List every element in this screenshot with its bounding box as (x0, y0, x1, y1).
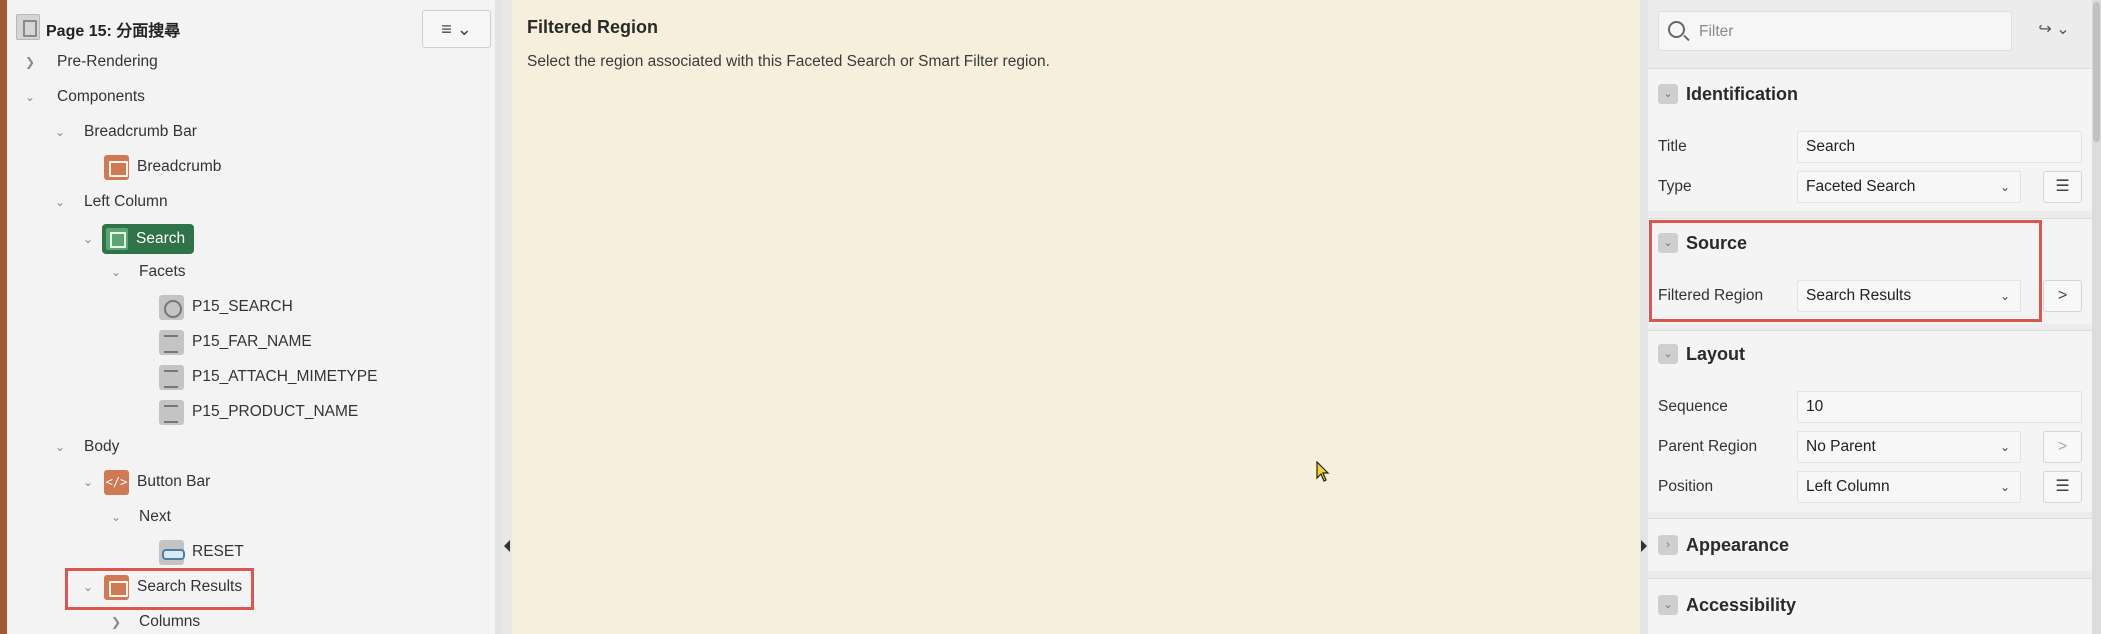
chevron-down-icon[interactable]: ⌄ (21, 82, 39, 112)
tree-node-facets[interactable]: ⌄ Facets (15, 257, 265, 287)
chevron-down-icon[interactable]: ⌄ (51, 117, 69, 147)
chevron-down-icon: ⌄ (1999, 180, 2010, 194)
tree-node-body[interactable]: ⌄ Body (15, 432, 265, 462)
highlight-box-search-results (65, 568, 254, 610)
tree-node-p15-product-name[interactable]: P15_PRODUCT_NAME (15, 397, 365, 427)
section-header-layout[interactable]: ⌄ Layout (1658, 342, 1958, 366)
faceted-search-icon (106, 228, 128, 250)
page-icon (16, 14, 40, 40)
search-icon (1668, 21, 1685, 38)
tree-node-reset[interactable]: RESET (15, 537, 315, 567)
tree-node-p15-search[interactable]: P15_SEARCH (15, 292, 315, 322)
chevron-down-icon[interactable]: ⌄ (1658, 84, 1678, 104)
go-to-group-button[interactable]: ↪ ⌄ (2033, 15, 2075, 45)
chevron-down-icon[interactable]: ⌄ (51, 432, 69, 462)
tree-node-pre-rendering[interactable]: ❯ Pre-Rendering (15, 47, 215, 77)
sequence-field[interactable]: 10 (1797, 391, 2082, 423)
chevron-down-icon[interactable]: ⌄ (79, 467, 97, 497)
code-icon: </> (104, 470, 129, 495)
property-scrollbar[interactable] (2092, 0, 2101, 634)
checkbox-facet-icon (159, 400, 184, 425)
go-to-parent-button[interactable]: > (2043, 431, 2082, 463)
position-select[interactable]: Left Column ⌄ (1797, 471, 2021, 503)
chevron-down-icon: ⌄ (1999, 440, 2010, 454)
filter-input[interactable] (1699, 20, 1999, 44)
chevron-down-icon[interactable]: ⌄ (1658, 344, 1678, 364)
section-header-appearance[interactable]: › Appearance (1658, 533, 1958, 557)
checkbox-facet-icon (159, 330, 184, 355)
tree-node-button-bar[interactable]: ⌄ </> Button Bar (15, 467, 265, 497)
position-label: Position (1658, 478, 1714, 495)
type-select[interactable]: Faceted Search ⌄ (1797, 171, 2021, 203)
checkbox-facet-icon (159, 365, 184, 390)
go-to-region-button[interactable]: > (2043, 280, 2082, 312)
tree-node-breadcrumb[interactable]: Breadcrumb (15, 152, 265, 182)
right-splitter[interactable] (1640, 0, 1648, 634)
title-label: Title (1658, 138, 1687, 155)
section-identification: ⌄ Identification Title Search Type Facet… (1648, 68, 2092, 211)
section-header-identification[interactable]: ⌄ Identification (1658, 82, 1958, 106)
help-title: Filtered Region (527, 17, 659, 37)
chevron-right-icon[interactable]: › (1658, 535, 1678, 555)
parent-region-select[interactable]: No Parent ⌄ (1797, 431, 2021, 463)
breadcrumb-icon (104, 155, 129, 180)
section-appearance: › Appearance (1648, 518, 2092, 571)
button-icon (159, 540, 185, 565)
search-facet-icon (159, 295, 184, 320)
title-field[interactable]: Search (1797, 131, 2082, 163)
chevron-right-icon[interactable]: ❯ (21, 47, 39, 77)
tree-menu-button[interactable]: ≡ ⌄ (422, 10, 491, 48)
type-label: Type (1658, 178, 1692, 195)
section-layout: ⌄ Layout Sequence 10 Parent Region No Pa… (1648, 330, 2092, 512)
tree-scrollbar[interactable] (495, 0, 502, 634)
tree-node-components[interactable]: ⌄ Components (15, 82, 215, 112)
rendering-tree-panel: Page 15: 分面搜尋 ≡ ⌄ ❯ Pre-Rendering ⌄ Comp… (7, 0, 502, 634)
tree-node-p15-far-name[interactable]: P15_FAR_NAME (15, 327, 315, 357)
sequence-label: Sequence (1658, 398, 1728, 415)
tree-node-p15-attach-mimetype[interactable]: P15_ATTACH_MIMETYPE (15, 362, 377, 392)
chevron-down-icon[interactable]: ⌄ (107, 502, 125, 532)
page-title: Page 15: 分面搜尋 (46, 23, 181, 40)
chevron-right-icon[interactable]: ❯ (107, 607, 125, 634)
tree-node-left-column[interactable]: ⌄ Left Column (15, 187, 265, 217)
type-list-button[interactable]: ☰ (2043, 171, 2082, 203)
parent-region-label: Parent Region (1658, 438, 1758, 455)
tree-node-search-selected[interactable]: Search (102, 224, 194, 254)
position-list-button[interactable]: ☰ (2043, 471, 2082, 503)
accent-strip (0, 0, 7, 634)
tree-toggle-search[interactable]: ⌄ (15, 224, 93, 254)
section-header-accessibility[interactable]: ⌄ Accessibility (1658, 593, 1958, 617)
chevron-down-icon[interactable]: ⌄ (51, 187, 69, 217)
help-text: Select the region associated with this F… (527, 53, 1050, 70)
collapse-left-icon[interactable] (504, 540, 510, 552)
collapse-right-icon[interactable] (1641, 540, 1647, 552)
chevron-down-icon: ⌄ (1999, 480, 2010, 494)
tree-node-columns[interactable]: ❯ Columns (15, 607, 265, 634)
filter-field[interactable] (1658, 11, 2012, 51)
mouse-pointer-icon (1316, 461, 1330, 482)
tree-node-next[interactable]: ⌄ Next (15, 502, 265, 532)
left-splitter[interactable] (502, 0, 512, 634)
tree-node-breadcrumb-bar[interactable]: ⌄ Breadcrumb Bar (15, 117, 265, 147)
highlight-box-source (1649, 220, 2042, 322)
help-panel: Filtered Region Select the region associ… (512, 0, 1640, 634)
chevron-down-icon[interactable]: ⌄ (107, 257, 125, 287)
scrollbar-thumb[interactable] (2093, 2, 2100, 142)
chevron-down-icon[interactable]: ⌄ (1658, 595, 1678, 615)
section-accessibility: ⌄ Accessibility (1648, 578, 2092, 634)
chevron-down-icon[interactable]: ⌄ (79, 224, 97, 254)
